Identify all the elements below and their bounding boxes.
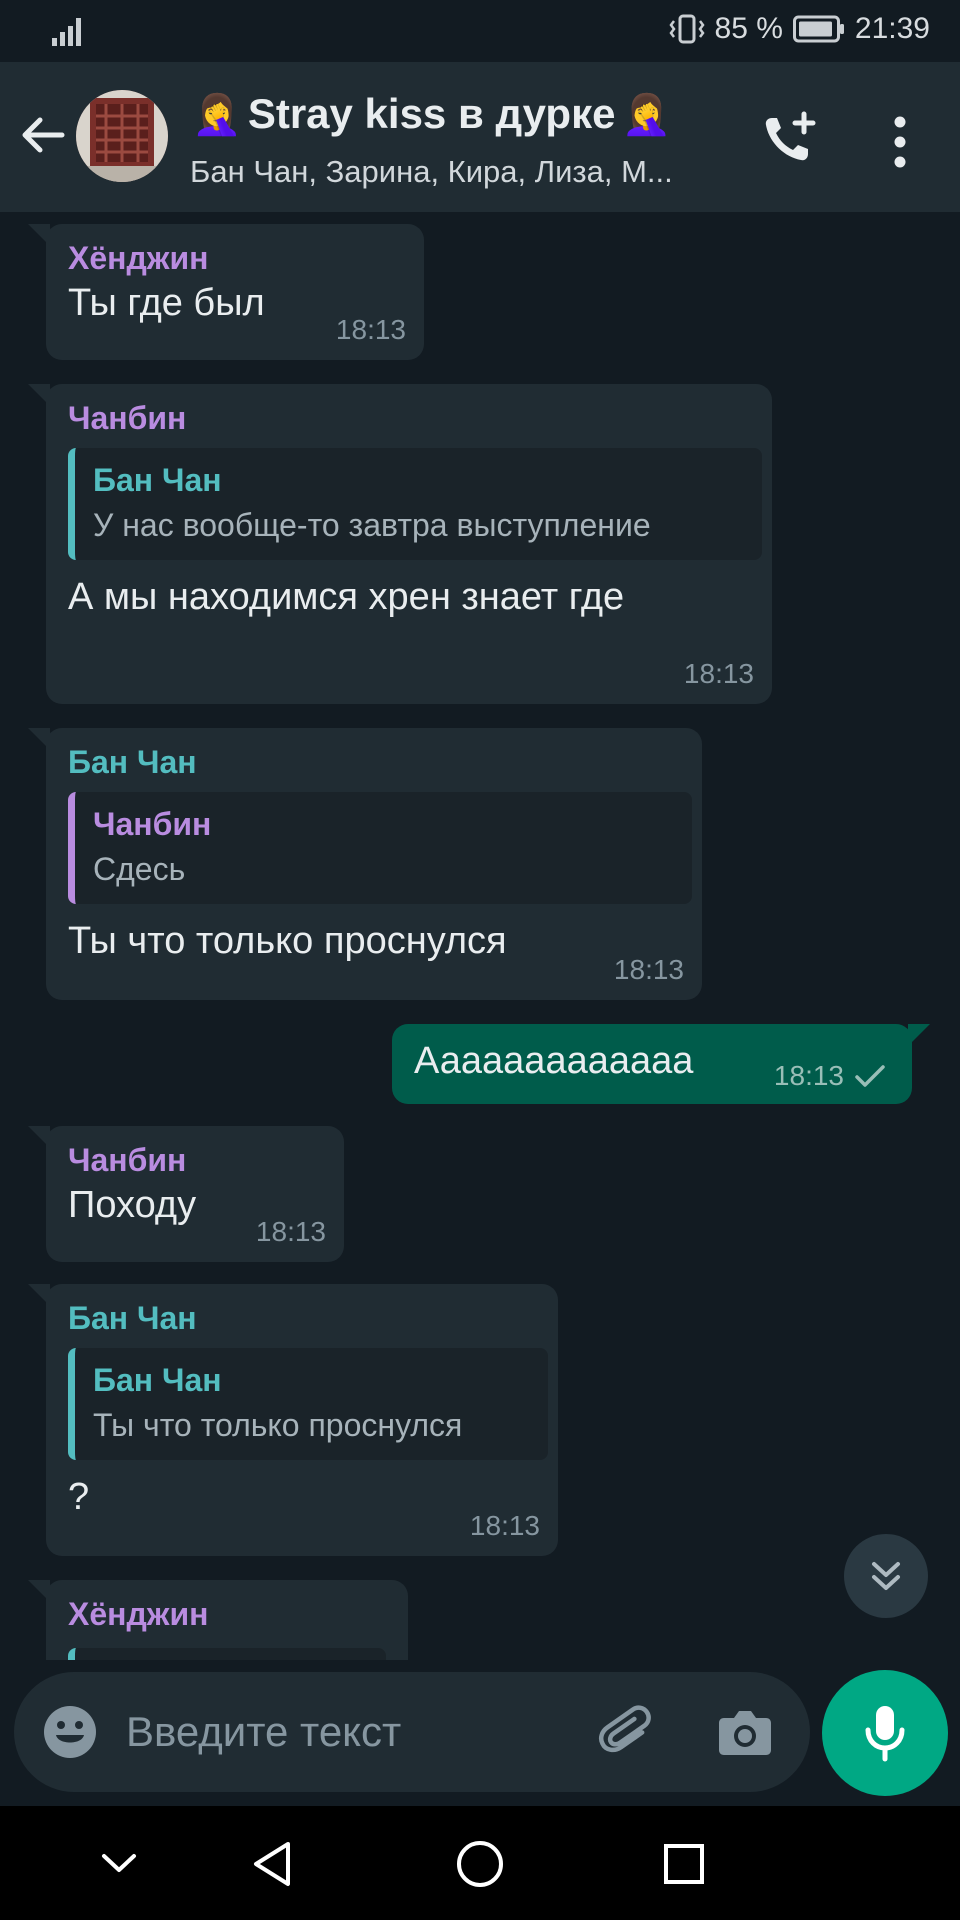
message-bubble[interactable]: Чанбин Бан Чан У нас вообще-то завтра вы… (28, 384, 772, 704)
signal-icon (52, 18, 81, 46)
participants-list[interactable]: Бан Чан, Зарина, Кира, Лиза, М... (190, 154, 673, 190)
facepalm-emoji-right: 🤦‍♀️ (621, 92, 672, 137)
quoted-sender: Чанбин (93, 806, 212, 842)
double-chevron-down-icon (872, 1562, 900, 1590)
quoted-message[interactable]: Бан Чан Ты что только проснулся (68, 1348, 548, 1460)
clock: 21:39 (854, 12, 930, 45)
message-sender[interactable]: Чанбин (68, 1140, 322, 1180)
back-arrow-icon[interactable] (18, 110, 68, 160)
message-sender[interactable]: Хёнджин (68, 1594, 386, 1634)
chat-title[interactable]: 🤦‍♀️ Stray kiss в дурке 🤦‍♀️ (192, 90, 671, 138)
message-bubble[interactable]: Бан Чан Чанбин Сдесь Ты что только просн… (28, 728, 702, 1000)
bubble-tail (908, 1024, 930, 1046)
message-text: А мы находимся хрен знает где (68, 576, 625, 618)
hide-keyboard-icon[interactable] (98, 1836, 140, 1892)
quoted-message (68, 1648, 386, 1660)
bubble-tail (28, 1284, 50, 1306)
message-sender[interactable]: Чанбин (68, 398, 750, 438)
quoted-message[interactable]: Чанбин Сдесь (68, 792, 692, 904)
message-time: 18:13 (613, 954, 684, 985)
quoted-sender: Бан Чан (93, 462, 222, 498)
avatar-image (76, 90, 168, 182)
quoted-sender: Бан Чан (93, 1362, 222, 1398)
vibrate-icon (668, 14, 705, 44)
add-call-icon[interactable] (760, 110, 818, 168)
message-time: 18:13 (469, 1510, 540, 1541)
outgoing-message-bubble[interactable]: Ааааааааааааа 18:13 (392, 1024, 930, 1104)
message-time-text: 18:13 (773, 1060, 844, 1091)
message-time: 18:13 (774, 1060, 886, 1092)
sent-check-icon (855, 1065, 885, 1087)
message-sender[interactable]: Бан Чан (68, 1298, 536, 1338)
group-avatar[interactable] (76, 90, 168, 182)
message-input[interactable] (126, 1702, 456, 1762)
attach-icon[interactable] (598, 1702, 658, 1762)
message-bubble[interactable]: Хёнджин Ты где был 18:13 (28, 224, 424, 360)
battery-percent: 85 % (714, 12, 783, 45)
message-time: 18:13 (255, 1216, 326, 1247)
recents-nav-icon[interactable] (660, 1836, 708, 1892)
bubble-tail (28, 224, 50, 246)
emoji-icon[interactable] (42, 1704, 98, 1760)
message-text: ? (68, 1476, 90, 1518)
message-list[interactable]: Хёнджин Ты где был 18:13 Чанбин Бан Чан … (0, 212, 960, 1660)
voice-record-button[interactable] (822, 1670, 948, 1796)
camera-icon[interactable] (716, 1704, 774, 1760)
status-bar: 85 % 21:39 (0, 0, 960, 62)
quoted-text: Сдесь (93, 851, 186, 887)
more-options-icon[interactable] (880, 114, 920, 170)
system-navigation-bar (0, 1806, 960, 1920)
battery-icon (792, 15, 844, 43)
bubble-tail (28, 728, 50, 750)
message-composer (14, 1672, 810, 1792)
scroll-to-bottom-button[interactable] (844, 1534, 928, 1618)
facepalm-emoji-left: 🤦‍♀️ (192, 92, 242, 137)
message-bubble[interactable]: Чанбин Походу 18:13 (28, 1126, 344, 1262)
message-bubble[interactable]: Бан Чан Бан Чан Ты что только проснулся … (28, 1284, 558, 1556)
home-nav-icon[interactable] (452, 1836, 508, 1892)
bubble-tail (28, 1580, 50, 1602)
message-time: 18:13 (683, 658, 754, 689)
quoted-text: Ты что только проснулся (93, 1407, 463, 1443)
quoted-text: У нас вообще-то завтра выступление (93, 507, 651, 543)
back-nav-icon[interactable] (248, 1836, 298, 1892)
chat-header: 🤦‍♀️ Stray kiss в дурке 🤦‍♀️ Бан Чан, За… (0, 62, 960, 212)
bubble-tail (28, 384, 50, 406)
bubble-tail (28, 1126, 50, 1148)
message-sender[interactable]: Хёнджин (68, 238, 402, 278)
message-sender[interactable]: Бан Чан (68, 742, 680, 782)
message-text: Ты что только проснулся (68, 920, 507, 962)
message-time: 18:13 (335, 314, 406, 345)
chat-title-text: Stray kiss в дурке (247, 90, 616, 137)
microphone-icon (865, 1706, 905, 1762)
quoted-message[interactable]: Бан Чан У нас вообще-то завтра выступлен… (68, 448, 762, 560)
message-bubble[interactable]: Хёнджин (28, 1580, 408, 1660)
